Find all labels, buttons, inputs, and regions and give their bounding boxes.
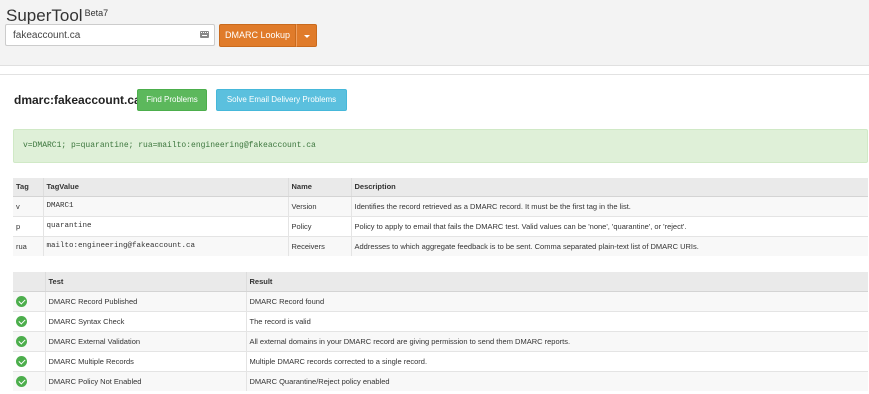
app-name: SuperTool xyxy=(6,6,83,25)
test-result-cell: Multiple DMARC records corrected to a si… xyxy=(245,350,868,371)
check-circle-icon xyxy=(16,355,27,367)
top-toolbar: SuperToolBeta7 DMARC Lookup xyxy=(0,0,869,66)
dmarc-test-results-table: Test Result DMARC Record Published DMARC… xyxy=(13,272,868,391)
column-header-result: Result xyxy=(245,272,868,292)
table-row: rua mailto:engineering@fakeaccount.ca Re… xyxy=(13,235,868,256)
section-divider xyxy=(0,74,869,75)
column-header-tagvalue: TagValue xyxy=(42,178,288,197)
tag-description-cell: Addresses to which aggregate feedback is… xyxy=(350,235,868,256)
domain-search-box[interactable] xyxy=(5,24,215,46)
check-circle-icon xyxy=(16,335,27,347)
lookup-dropdown-toggle[interactable] xyxy=(296,24,317,47)
table-row: DMARC Syntax Check The record is valid xyxy=(13,310,868,331)
check-circle-icon xyxy=(16,295,27,307)
test-name-cell: DMARC External Validation xyxy=(44,330,246,351)
status-cell xyxy=(13,330,45,351)
table-row: DMARC Multiple Records Multiple DMARC re… xyxy=(13,350,868,371)
dmarc-lookup-button[interactable]: DMARC Lookup xyxy=(219,24,296,47)
status-cell xyxy=(13,350,45,371)
column-header-status xyxy=(13,272,45,292)
result-title: dmarc:fakeaccount.ca xyxy=(14,93,141,107)
tag-cell: v xyxy=(13,195,43,216)
column-header-tag: Tag xyxy=(13,178,43,197)
test-name-cell: DMARC Policy Not Enabled xyxy=(44,370,246,391)
app-brand[interactable]: SuperTool Beta7 xyxy=(6,6,108,26)
tag-value-cell: quarantine xyxy=(42,215,288,236)
tag-description-cell: Identifies the record retrieved as a DMA… xyxy=(350,195,868,216)
status-cell xyxy=(13,290,45,311)
tag-value-cell: mailto:engineering@fakeaccount.ca xyxy=(42,235,288,256)
beta-badge: Beta7 xyxy=(84,8,109,18)
caret-down-icon xyxy=(304,35,310,38)
table-row: DMARC External Validation All external d… xyxy=(13,330,868,351)
table-row: p quarantine Policy Policy to apply to e… xyxy=(13,215,868,236)
tag-name-cell: Version xyxy=(287,195,351,216)
find-problems-button[interactable]: Find Problems xyxy=(137,89,207,111)
keyboard-icon[interactable] xyxy=(200,31,209,38)
status-cell xyxy=(13,370,45,391)
column-header-description: Description xyxy=(350,178,868,197)
table-row: v DMARC1 Version Identifies the record r… xyxy=(13,195,868,216)
check-circle-icon xyxy=(16,375,27,387)
test-result-cell: DMARC Record found xyxy=(245,290,868,311)
status-cell xyxy=(13,310,45,331)
column-header-test: Test xyxy=(44,272,246,292)
table-header-row: Test Result xyxy=(13,272,868,292)
tag-cell: rua xyxy=(13,235,43,256)
test-result-cell: The record is valid xyxy=(245,310,868,331)
table-header-row: Tag TagValue Name Description xyxy=(13,178,868,197)
table-row: DMARC Record Published DMARC Record foun… xyxy=(13,290,868,311)
tag-cell: p xyxy=(13,215,43,236)
column-header-name: Name xyxy=(287,178,351,197)
test-result-cell: DMARC Quarantine/Reject policy enabled xyxy=(245,370,868,391)
solve-email-delivery-problems-button[interactable]: Solve Email Delivery Problems xyxy=(216,89,347,111)
dmarc-record-box: v=DMARC1; p=quarantine; rua=mailto:engin… xyxy=(13,129,868,163)
test-name-cell: DMARC Syntax Check xyxy=(44,310,246,331)
tag-value-cell: DMARC1 xyxy=(42,195,288,216)
test-name-cell: DMARC Multiple Records xyxy=(44,350,246,371)
test-name-cell: DMARC Record Published xyxy=(44,290,246,311)
table-row: DMARC Policy Not Enabled DMARC Quarantin… xyxy=(13,370,868,391)
tag-description-cell: Policy to apply to email that fails the … xyxy=(350,215,868,236)
dmarc-record-text: v=DMARC1; p=quarantine; rua=mailto:engin… xyxy=(23,141,316,150)
test-result-cell: All external domains in your DMARC recor… xyxy=(245,330,868,351)
dmarc-tag-table: Tag TagValue Name Description v DMARC1 V… xyxy=(13,178,868,256)
domain-input[interactable] xyxy=(6,25,196,45)
tag-name-cell: Policy xyxy=(287,215,351,236)
check-circle-icon xyxy=(16,315,27,327)
tag-name-cell: Receivers xyxy=(287,235,351,256)
